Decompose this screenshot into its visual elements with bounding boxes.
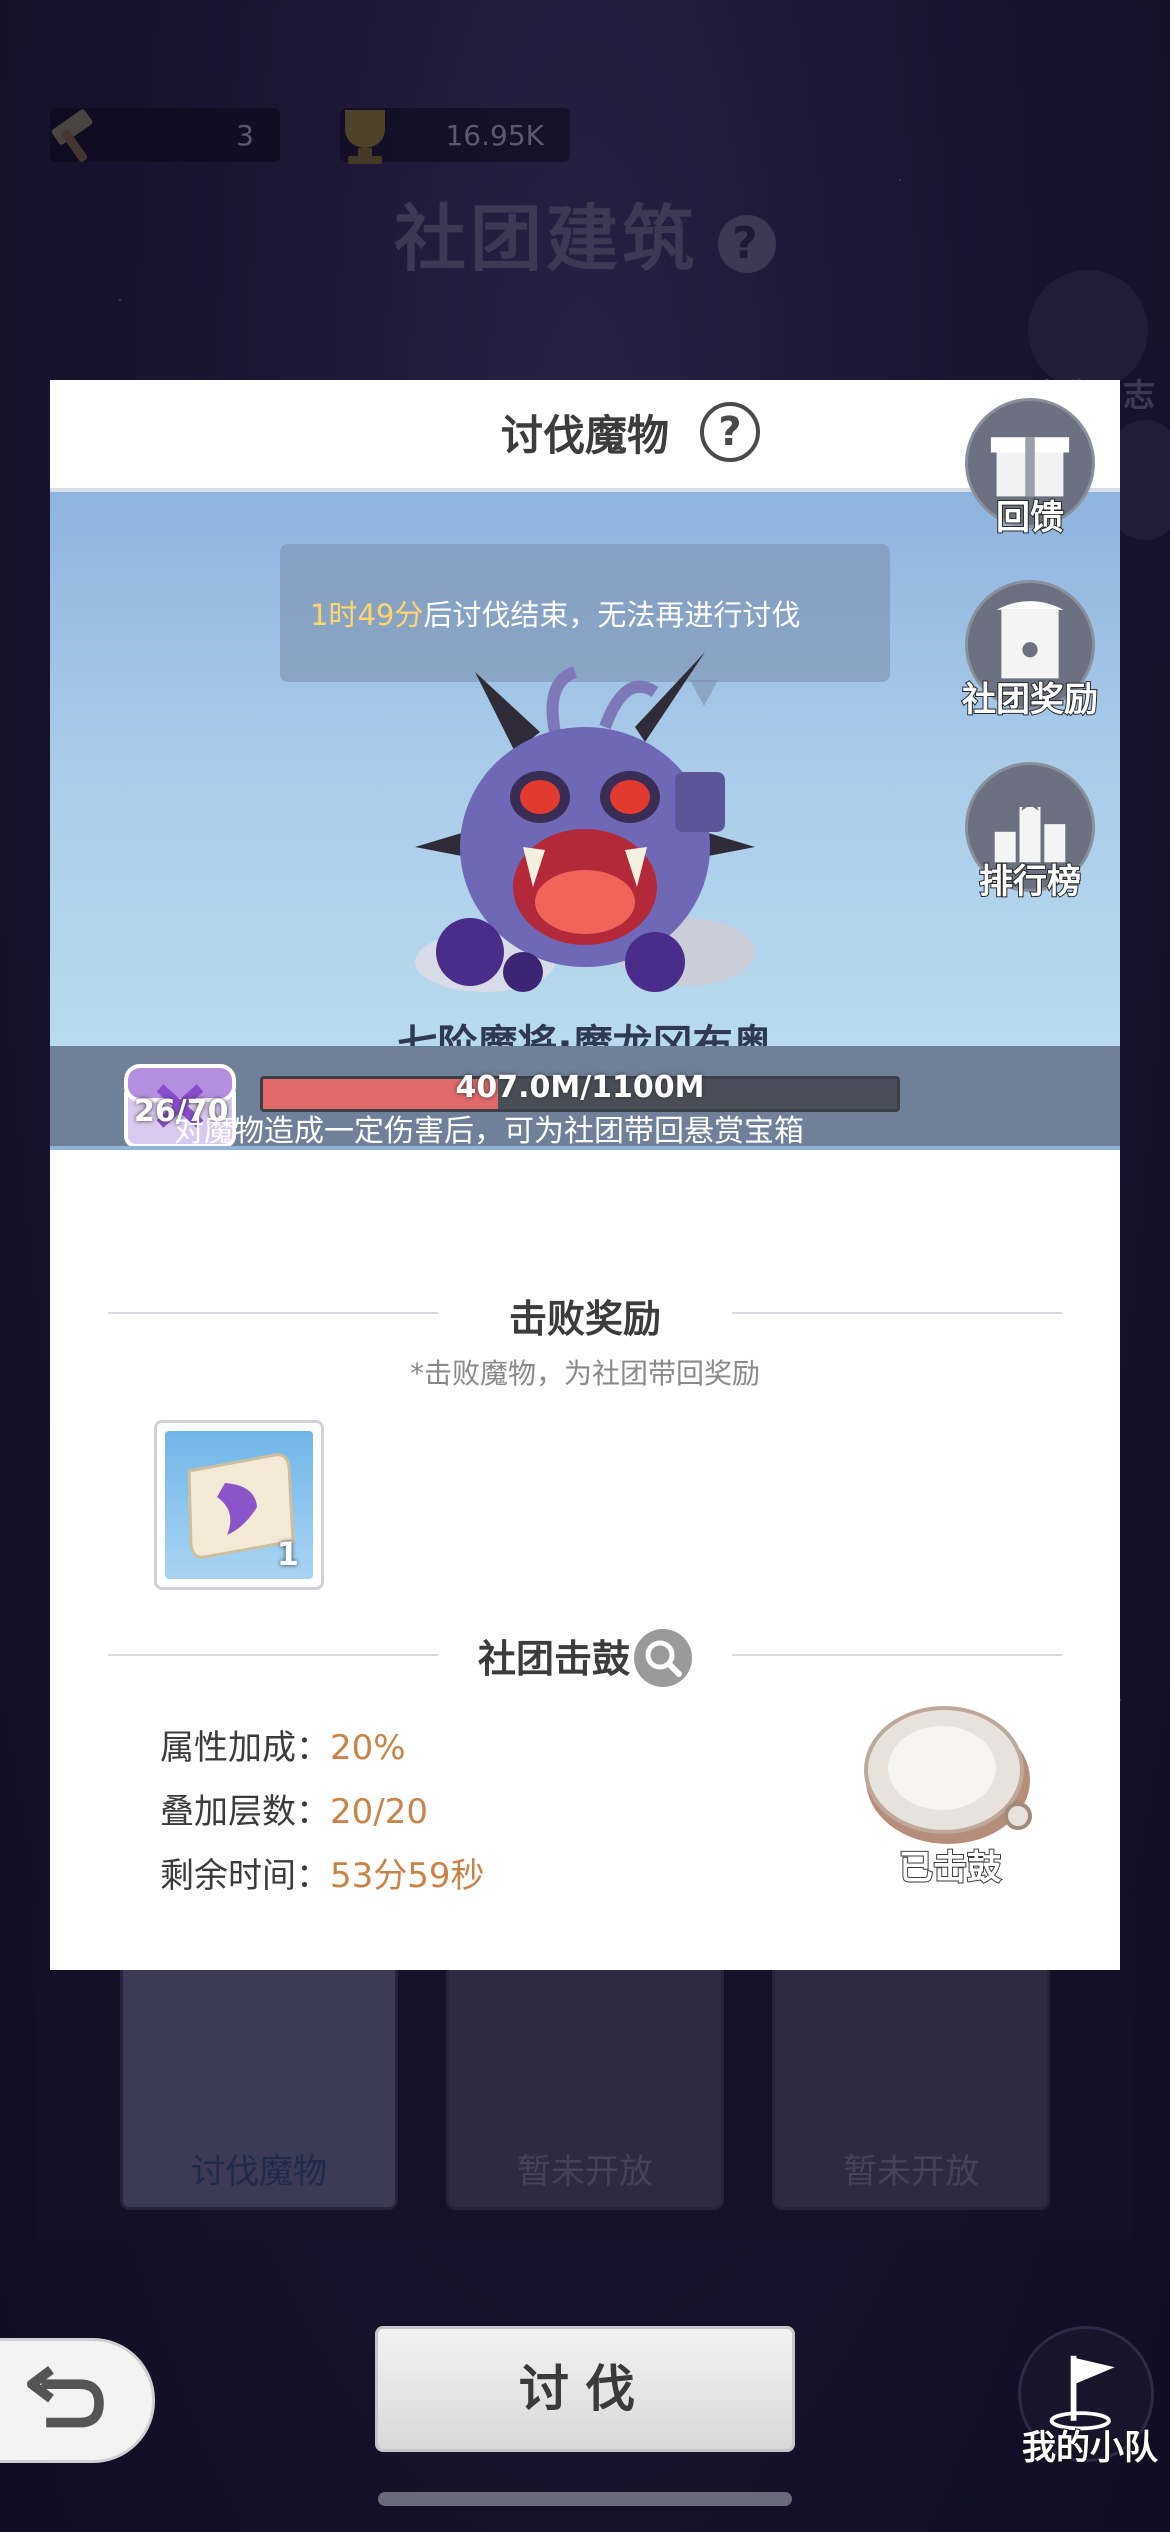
dialog-header: 讨伐魔物 ? xyxy=(50,380,1120,492)
ranking-label: 排行榜 xyxy=(978,861,1082,903)
my-team-label: 我的小队 xyxy=(1021,2427,1159,2469)
countdown-time: 1时49分 xyxy=(310,598,424,632)
drum-icon[interactable] xyxy=(860,1698,1040,1848)
feedback-label: 回馈 xyxy=(995,497,1065,539)
dialog-title: 讨伐魔物 xyxy=(500,411,669,460)
stat-remaining-time: 剩余时间：53分59秒 xyxy=(160,1856,485,1896)
reward-item-count: 1 xyxy=(276,1535,299,1573)
reward-item[interactable]: 1 xyxy=(154,1420,324,1590)
stat-attribute-bonus: 属性加成：20% xyxy=(160,1728,406,1768)
club-reward-label: 社团奖励 xyxy=(961,679,1099,721)
attack-button[interactable]: 讨伐 xyxy=(375,2326,795,2452)
reward-subtitle: *击败魔物，为社团带回奖励 xyxy=(409,1357,760,1390)
reward-item-image: 1 xyxy=(165,1431,313,1579)
back-arrow-icon xyxy=(26,2365,104,2428)
scene-divider xyxy=(50,1146,1120,1150)
countdown-message: 后讨伐结束，无法再进行讨伐 xyxy=(423,598,801,632)
monster-hunt-dialog: 讨伐魔物 ? 1时49分后讨伐结束，无法再进行讨伐 七阶魔将·魔龙冈布奥 407… xyxy=(50,380,1120,1970)
countdown-text: 1时49分后讨伐结束，无法再进行讨伐 xyxy=(310,592,800,634)
magnify-icon[interactable] xyxy=(634,1628,692,1687)
hp-description: 对魔物造成一定伤害后，可为社团带回悬赏宝箱 xyxy=(174,1114,804,1149)
drum-status: 已击鼓 xyxy=(898,1847,1002,1889)
help-icon[interactable]: ? xyxy=(700,402,760,462)
home-indicator[interactable] xyxy=(378,2492,792,2506)
drum-section-title: 社团击鼓 xyxy=(50,1628,1120,1691)
stat-stack-layers: 叠加层数：20/20 xyxy=(160,1792,428,1832)
back-button[interactable] xyxy=(0,2338,155,2463)
boss-hp-text: 407.0M/1100M xyxy=(455,1070,705,1105)
boss-monster-image[interactable] xyxy=(405,632,765,1012)
boss-scene: 1时49分后讨伐结束，无法再进行讨伐 七阶魔将·魔龙冈布奥 xyxy=(50,492,1120,1076)
reward-title: 击败奖励 xyxy=(508,1297,661,1341)
